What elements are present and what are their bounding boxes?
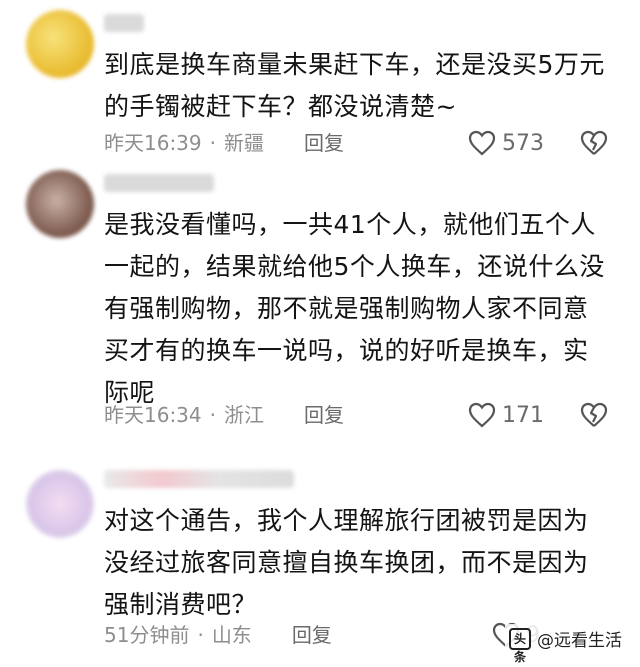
comment-meta: 昨天16:34 · 浙江 回复 [104,400,344,430]
comment-time: 昨天16:39 [104,131,202,155]
comment-time: 51分钟前 [104,623,190,647]
username-blurred[interactable] [104,14,144,32]
avatar[interactable] [26,10,94,78]
comment-text: 是我没看懂吗，一共41个人，就他们五个人 一起的，结果就给他5个人换车，还说什么… [104,210,605,407]
dislike-button[interactable] [580,130,608,160]
heart-outline-icon [468,402,496,428]
comment-meta: 51分钟前 · 山东 回复 [104,620,332,650]
broken-heart-icon [580,130,608,155]
heart-outline-icon [468,130,496,156]
comment-location: 浙江 [224,403,264,427]
watermark: 头条 @远看生活 [505,624,626,664]
separator: · [209,131,216,155]
like-count: 171 [502,402,544,428]
reply-button[interactable]: 回复 [292,620,332,650]
broken-heart-icon [580,402,608,427]
comment-text: 到底是换车商量未果赶下车，还是没买5万元 的手镯被赶下车？都没说清楚~ [104,50,605,121]
dislike-button[interactable] [580,402,608,432]
like-count: 573 [502,130,544,156]
comment-location: 山东 [211,623,252,647]
comment-item: 是我没看懂吗，一共41个人，就他们五个人 一起的，结果就给他5个人换车，还说什么… [0,160,640,450]
avatar[interactable] [26,470,94,538]
separator: · [209,403,216,427]
like-button[interactable]: 171 [468,400,544,430]
reply-button[interactable]: 回复 [304,128,344,158]
comment-location: 新疆 [224,131,264,155]
comment-time: 昨天16:34 [104,403,202,427]
like-button[interactable]: 573 [468,128,544,158]
reply-button[interactable]: 回复 [304,400,344,430]
separator: · [197,623,204,647]
username-blurred[interactable] [104,174,214,192]
comment-meta: 昨天16:39 · 新疆 回复 [104,128,344,158]
watermark-text: @远看生活 [537,631,622,651]
toutiao-logo: 头条 [509,627,531,664]
username-blurred[interactable] [104,470,294,488]
comment-item: 到底是换车商量未果赶下车，还是没买5万元 的手镯被赶下车？都没说清楚~ 昨天16… [0,0,640,170]
comment-text: 对这个通告，我个人理解旅行团被罚是因为 没经过旅客同意擅自换车换团，而不是因为 … [104,506,589,619]
avatar[interactable] [26,170,94,238]
